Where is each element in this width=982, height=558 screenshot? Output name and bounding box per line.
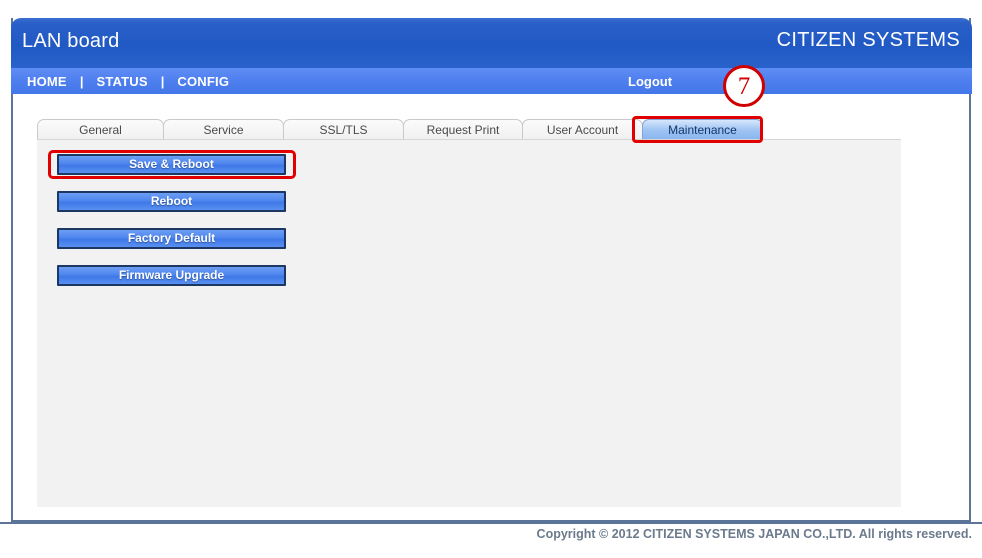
nav-separator: | [160,73,165,89]
nav-item-home[interactable]: HOME [20,74,74,89]
tab-request-print[interactable]: Request Print [403,119,523,140]
factory-default-button[interactable]: Factory Default [57,228,286,249]
tab-ssl-tls[interactable]: SSL/TLS [283,119,404,140]
tab-service[interactable]: Service [163,119,284,140]
maintenance-action-list: Save & Reboot Reboot Factory Default Fir… [57,154,286,302]
main-navigation: HOME | STATUS | CONFIG Logout [11,68,972,94]
firmware-upgrade-button[interactable]: Firmware Upgrade [57,265,286,286]
maintenance-panel: Save & Reboot Reboot Factory Default Fir… [37,139,901,507]
footer-copyright: Copyright © 2012 CITIZEN SYSTEMS JAPAN C… [536,527,972,541]
reboot-button[interactable]: Reboot [57,191,286,212]
page-title: LAN board [22,30,120,52]
app-header: LAN board CITIZEN SYSTEMS [11,18,972,68]
tab-general[interactable]: General [37,119,164,140]
tab-maintenance[interactable]: Maintenance [642,119,763,140]
logout-link[interactable]: Logout [628,68,672,94]
brand-name: CITIZEN SYSTEMS [776,29,960,51]
nav-separator: | [79,73,84,89]
save-and-reboot-button[interactable]: Save & Reboot [57,154,286,175]
tab-user-account[interactable]: User Account [522,119,643,140]
tab-bar: General Service SSL/TLS Request Print Us… [37,118,901,140]
nav-item-config[interactable]: CONFIG [170,74,236,89]
step-number-badge: 7 [723,65,765,107]
nav-item-status[interactable]: STATUS [89,74,154,89]
footer-divider [0,522,982,524]
nav-links: HOME | STATUS | CONFIG [20,68,236,94]
